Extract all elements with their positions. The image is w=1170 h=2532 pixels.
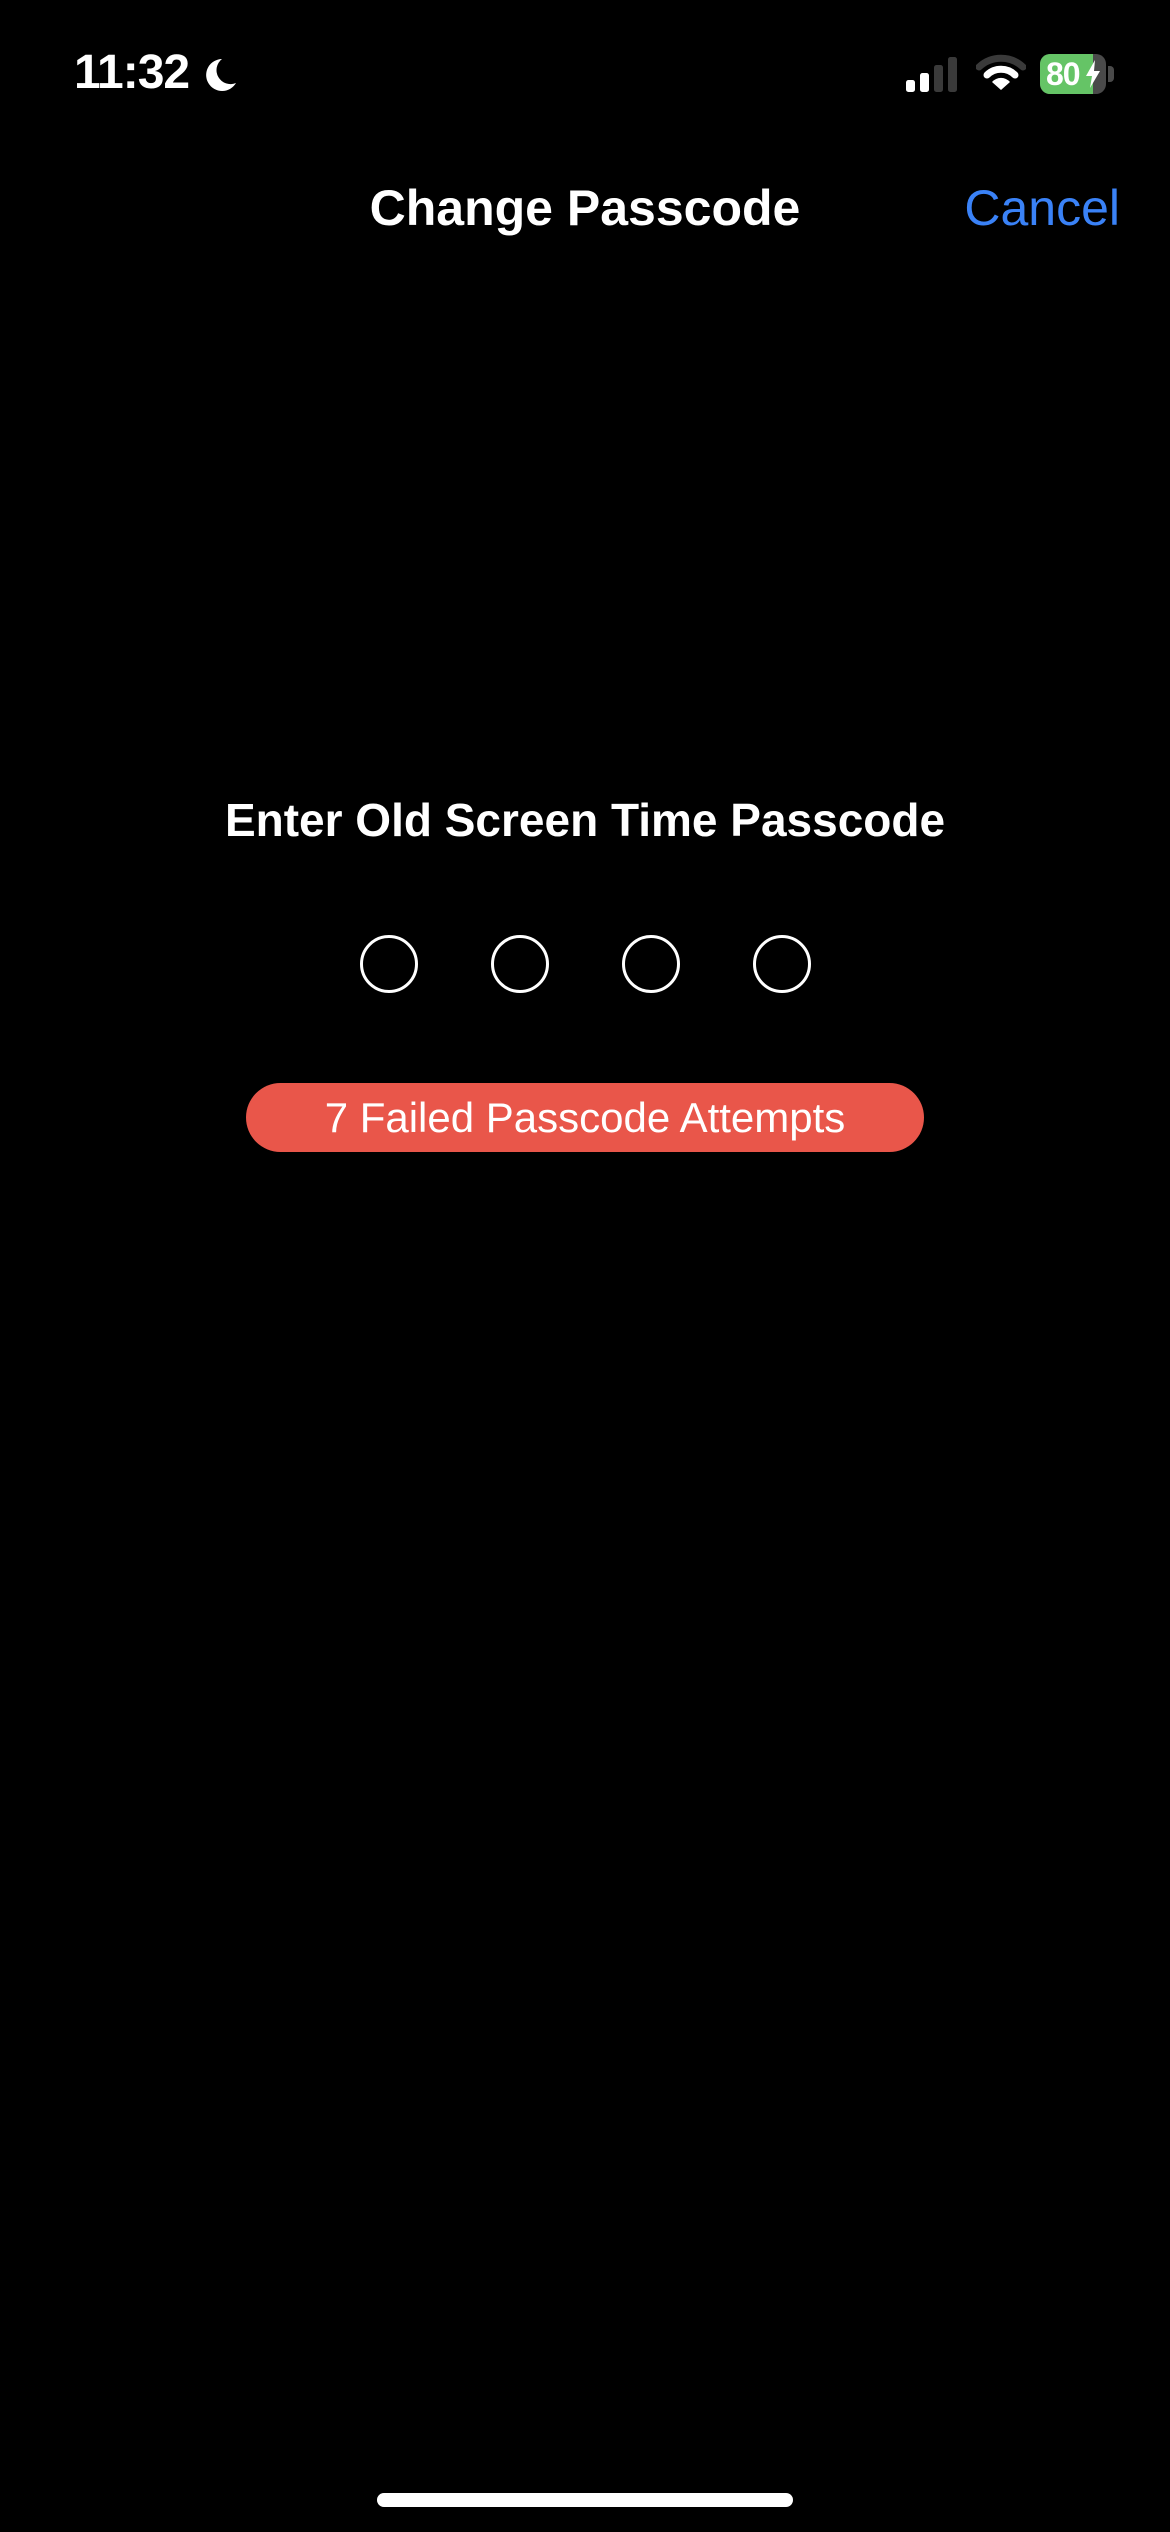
failed-attempts-badge: 7 Failed Passcode Attempts: [246, 1083, 924, 1152]
passcode-dot: [752, 935, 811, 993]
passcode-dots[interactable]: [0, 935, 1170, 993]
moon-icon: [206, 59, 236, 91]
wifi-icon: [976, 54, 1026, 90]
status-time: 11:32: [74, 46, 190, 99]
home-indicator[interactable]: [377, 2493, 793, 2507]
battery-percent: 80: [1046, 56, 1081, 92]
battery-cap: [1108, 66, 1114, 82]
passcode-prompt: Enter Old Screen Time Passcode: [224, 794, 946, 846]
cancel-button[interactable]: Cancel: [964, 178, 1120, 238]
battery-icon: 80: [1040, 54, 1106, 94]
cellular-signal-icon: [906, 57, 957, 92]
passcode-dot: [359, 935, 418, 993]
passcode-dot: [490, 935, 549, 993]
passcode-dot: [621, 935, 680, 993]
charging-bolt-icon: [1086, 60, 1100, 88]
